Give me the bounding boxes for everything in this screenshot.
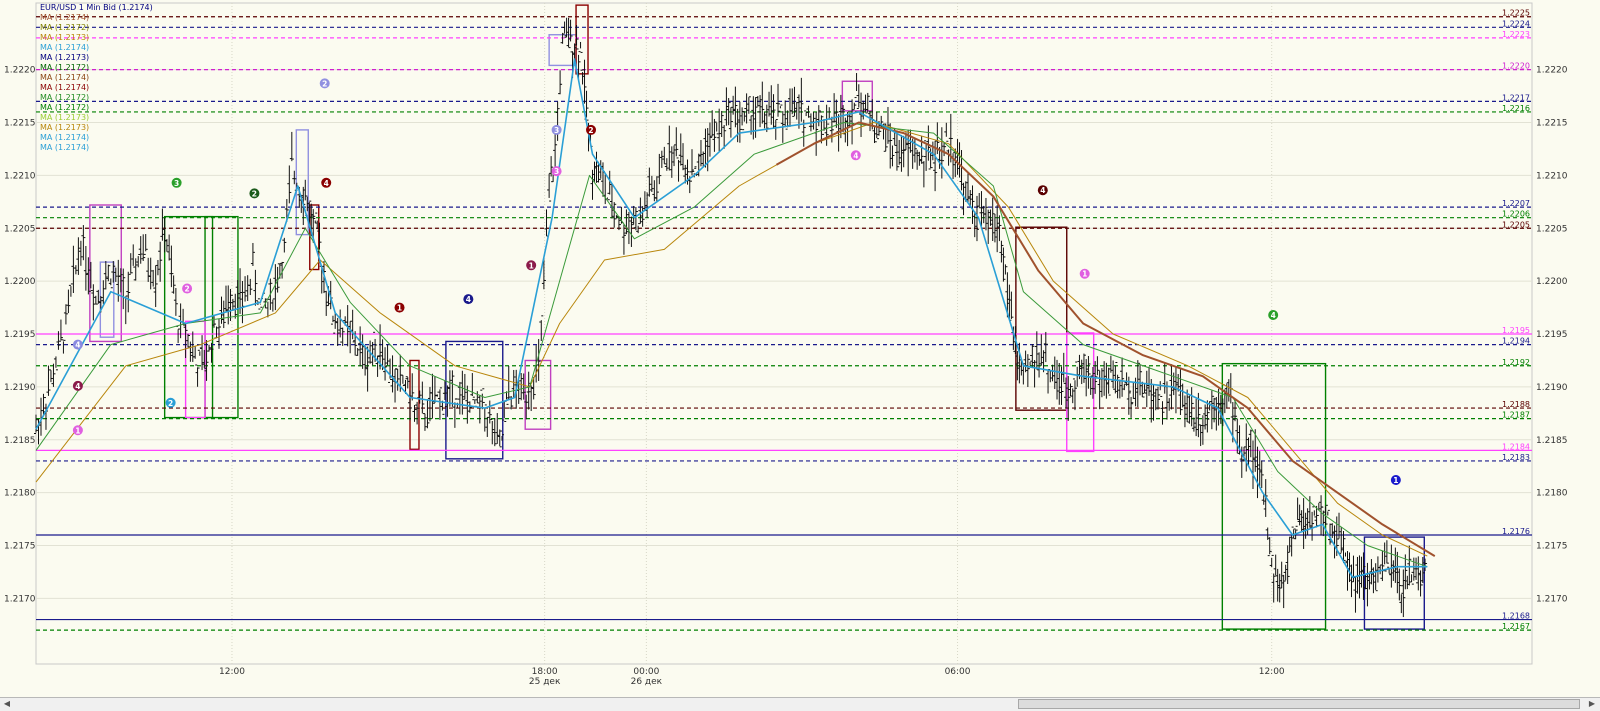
y-tick-label-left: 1.2220 <box>4 66 36 76</box>
level-label: 1.2216 <box>1502 104 1530 113</box>
x-tick-label: 12:00 <box>219 667 245 677</box>
legend-items: MA (1.2174) MA (1.2172) MA (1.2173) MA (1.2… <box>40 13 153 153</box>
signal-marker-label: 3 <box>174 179 179 188</box>
legend-entry: MA (1.2173) <box>40 33 90 42</box>
level-label: 1.2168 <box>1502 612 1530 621</box>
level-label: 1.2183 <box>1502 453 1530 462</box>
y-tick-label-left: 1.2195 <box>4 330 36 340</box>
signal-marker-label: 4 <box>466 295 471 304</box>
x-tick-label: 00:00 <box>633 667 659 677</box>
signal-marker-label: 2 <box>168 399 173 408</box>
y-tick-label-right: 1.2180 <box>1536 489 1568 499</box>
legend-entry: MA (1.2174) <box>40 13 90 22</box>
y-tick-label-right: 1.2200 <box>1536 277 1568 287</box>
level-label: 1.2217 <box>1502 93 1530 102</box>
legend-entry: MA (1.2173) <box>40 113 90 122</box>
scroll-right-icon[interactable]: ▶ <box>1586 698 1598 710</box>
level-label: 1.2192 <box>1502 358 1530 367</box>
chart-legend: EUR/USD 1 Min Bid (1.2174) MA (1.2174) MA… <box>40 3 153 153</box>
signal-marker-label: 4 <box>75 382 80 391</box>
level-label: 1.2184 <box>1502 442 1530 451</box>
legend-entry: MA (1.2172) <box>40 23 90 32</box>
legend-entry: MA (1.2174) <box>40 133 90 142</box>
level-label: 1.2205 <box>1502 220 1530 229</box>
signal-marker-label: 1 <box>1082 270 1087 279</box>
level-label: 1.2167 <box>1502 622 1530 631</box>
price-chart[interactable]: 1.22251.2224 1.2223 1.2220 1.2217 1.2216 1.22… <box>0 0 1600 697</box>
signal-marker-label: 4 <box>75 341 80 350</box>
y-tick-label-left: 1.2190 <box>4 383 36 393</box>
y-tick-label-left: 1.2200 <box>4 277 36 287</box>
signal-marker-label: 2 <box>588 126 593 135</box>
signal-marker-label: 3 <box>554 126 559 135</box>
x-tick-label: 12:00 <box>1259 667 1285 677</box>
level-label: 1.2188 <box>1502 400 1530 409</box>
scrollbar-thumb[interactable] <box>1018 699 1580 709</box>
y-tick-label-right: 1.2175 <box>1536 542 1568 552</box>
level-label: 1.2220 <box>1502 62 1530 71</box>
x-tick-label: 06:00 <box>945 667 971 677</box>
y-tick-label-left: 1.2205 <box>4 224 36 234</box>
signal-marker-label: 3 <box>554 167 559 176</box>
y-tick-label-left: 1.2185 <box>4 436 36 446</box>
level-label: 1.2223 <box>1502 30 1530 39</box>
signal-marker-label: 1 <box>397 304 402 313</box>
level-label: 1.2206 <box>1502 210 1530 219</box>
legend-entry: MA (1.2174) <box>40 43 90 52</box>
y-tick-label-right: 1.2185 <box>1536 436 1568 446</box>
level-label: 1.2207 <box>1502 199 1530 208</box>
y-tick-label-left: 1.2180 <box>4 489 36 499</box>
y-tick-label-left: 1.2175 <box>4 542 36 552</box>
y-tick-label-right: 1.2190 <box>1536 383 1568 393</box>
level-label: 1.2195 <box>1502 326 1530 335</box>
legend-entry: MA (1.2172) <box>40 63 90 72</box>
signal-marker-label: 4 <box>1271 311 1276 320</box>
x-tick-date-label: 26 дек <box>631 677 663 687</box>
level-label: 1.2225 <box>1502 9 1530 18</box>
x-tick-date-label: 25 дек <box>529 677 561 687</box>
chart-title: EUR/USD 1 Min Bid (1.2174) <box>40 3 153 12</box>
y-tick-label-right: 1.2210 <box>1536 171 1568 181</box>
signal-marker-label: 2 <box>184 285 189 294</box>
signal-marker-label: 4 <box>324 179 329 188</box>
signal-marker-label: 4 <box>1040 186 1045 195</box>
level-label: 1.2176 <box>1502 527 1530 536</box>
legend-entry: MA (1.2174) <box>40 143 90 152</box>
x-tick-label: 18:00 <box>532 667 558 677</box>
signal-marker-label: 2 <box>252 189 257 198</box>
y-tick-label-right: 1.2215 <box>1536 119 1568 129</box>
legend-entry: MA (1.2174) <box>40 83 90 92</box>
legend-entry: MA (1.2173) <box>40 123 90 132</box>
scroll-left-icon[interactable]: ◀ <box>1 698 13 710</box>
y-tick-label-right: 1.2220 <box>1536 66 1568 76</box>
horizontal-scrollbar[interactable]: ◀ ▶ <box>0 697 1600 711</box>
y-tick-label-left: 1.2210 <box>4 171 36 181</box>
legend-entry: MA (1.2173) <box>40 53 90 62</box>
signal-marker-label: 1 <box>1393 476 1398 485</box>
legend-entry: MA (1.2174) <box>40 73 90 82</box>
signal-marker-label: 4 <box>853 151 858 160</box>
y-tick-label-right: 1.2170 <box>1536 594 1568 604</box>
y-tick-label-right: 1.2205 <box>1536 224 1568 234</box>
legend-entry: MA (1.2172) <box>40 103 90 112</box>
legend-entry: MA (1.2172) <box>40 93 90 102</box>
time-axis: 12:00 18:0025 дек 00:0026 дек 06:00 12:00 <box>219 667 1285 687</box>
level-label: 1.2187 <box>1502 411 1530 420</box>
level-label: 1.2224 <box>1502 19 1530 28</box>
signal-marker-label: 1 <box>75 426 80 435</box>
chart-window: 1.2225 1.2224 1.2223 1.2220 1.2217 1.2216 1.22… <box>0 0 1600 711</box>
y-tick-label-left: 1.2215 <box>4 119 36 129</box>
signal-marker-label: 1 <box>529 261 534 270</box>
level-label: 1.2194 <box>1502 337 1530 346</box>
signal-marker-label: 2 <box>322 79 327 88</box>
y-tick-label-right: 1.2195 <box>1536 330 1568 340</box>
y-tick-label-left: 1.2170 <box>4 594 36 604</box>
